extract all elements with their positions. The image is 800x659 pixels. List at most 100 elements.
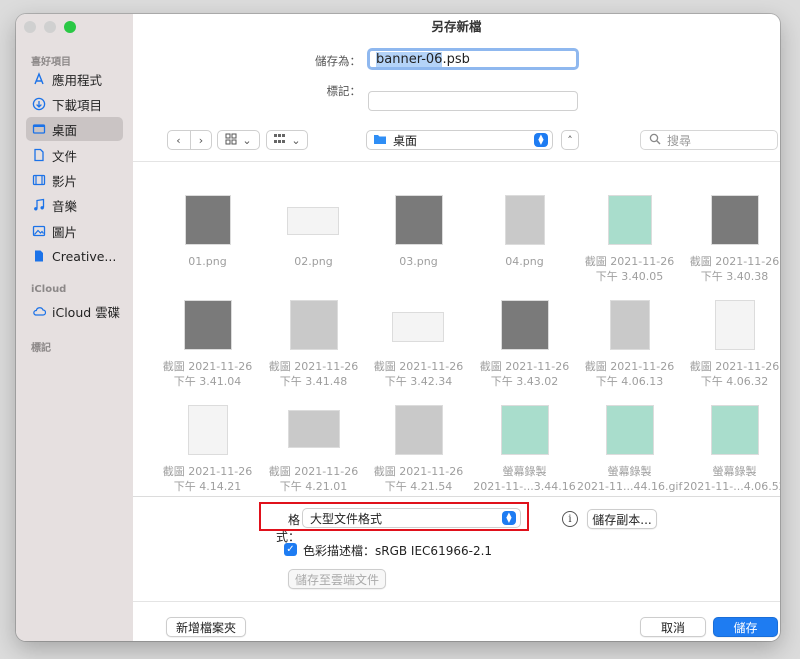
icloud-header: iCloud: [31, 284, 67, 295]
chevron-down-icon: ⌄: [242, 133, 252, 147]
file-name: 截圖 2021-11-26: [479, 360, 570, 373]
save-copy-button[interactable]: 儲存副本...: [587, 509, 657, 529]
collapse-button[interactable]: ˄: [561, 130, 579, 150]
file-grid: 01.png 02.png 03.png 04.png 截圖 2021-11-2…: [133, 161, 780, 496]
color-profile-label: 色彩描述檔：sRGB IEC61966-2.1: [303, 544, 493, 558]
sidebar-item-label: 桌面: [52, 122, 78, 138]
file-thumbnail: [184, 300, 232, 350]
file-thumbnail: [392, 312, 444, 342]
sidebar-item-icloud-drive[interactable]: iCloud 雲碟: [26, 299, 123, 323]
file-name: 截圖 2021-11-26: [162, 465, 253, 478]
cloud-icon: [32, 304, 46, 318]
sidebar-item-label: Creative...: [52, 248, 117, 264]
format-select[interactable]: 大型文件格式 ▲ ▼: [302, 508, 521, 528]
format-label: 格式：: [275, 513, 300, 544]
chevron-left-icon: ‹: [176, 133, 181, 147]
chevron-down-icon: ⌄: [291, 133, 301, 147]
info-button[interactable]: i: [562, 511, 578, 527]
grid-icon: [225, 133, 237, 148]
file-name: 截圖 2021-11-26: [268, 465, 359, 478]
location-popup[interactable]: 桌面 ▲ ▼: [366, 130, 553, 150]
info-icon: i: [568, 513, 572, 525]
stepper-icon: ▲ ▼: [502, 511, 516, 525]
downloads-icon: [32, 97, 46, 111]
file-thumbnail: [715, 300, 755, 350]
group-view-button[interactable]: ⌄: [266, 130, 308, 150]
group-grid-icon: [273, 133, 286, 148]
file-name: 截圖 2021-11-26: [162, 360, 253, 373]
sidebar-item-downloads[interactable]: 下載項目: [26, 92, 123, 116]
save-dialog: 喜好項目 應用程式 下載項目 桌面 文件 影片 音樂 圖片 Creative..…: [16, 14, 780, 641]
divider: [133, 601, 780, 602]
sidebar-item-applications[interactable]: 應用程式: [26, 67, 123, 91]
sidebar-item-label: 下載項目: [52, 97, 103, 113]
file-thumbnail: [395, 405, 443, 455]
sidebar-item-desktop[interactable]: 桌面: [26, 117, 123, 141]
file-name-line2: 2021-11-...4.06.52: [683, 480, 780, 493]
file-name: 01.png: [188, 255, 227, 268]
file-icon: [32, 249, 46, 263]
cancel-button[interactable]: 取消: [640, 617, 706, 637]
filename-input[interactable]: banner-06 .psb: [367, 48, 579, 70]
color-profile-checkbox[interactable]: ✓: [284, 543, 297, 556]
file-thumbnail: [287, 207, 339, 235]
file-name: 螢幕錄製: [712, 465, 757, 478]
file-name-line2: 下午 4.06.13: [595, 375, 664, 388]
sidebar-item-pictures[interactable]: 圖片: [26, 219, 123, 243]
file-thumbnail: [711, 405, 759, 455]
file-name-line2: 下午 4.21.01: [279, 480, 348, 493]
minimize-button[interactable]: [44, 21, 56, 33]
new-folder-button[interactable]: 新增檔案夾: [166, 617, 246, 637]
desktop-icon: [32, 122, 46, 136]
file-thumbnail: [606, 405, 654, 455]
music-icon: [32, 198, 46, 212]
file-name-line2: 2021-11...44.16.gif: [577, 480, 683, 493]
file-thumbnail: [608, 195, 652, 245]
options-panel: 格式： 大型文件格式 ▲ ▼ i 儲存副本... ✓ 色彩描述檔：sRGB IEC…: [133, 496, 780, 641]
sidebar-item-music[interactable]: 音樂: [26, 193, 123, 217]
save-to-cloud-button[interactable]: 儲存至雲端文件: [288, 569, 386, 589]
file-name: 螢幕錄製: [502, 465, 547, 478]
file-name: 截圖 2021-11-26: [689, 360, 780, 373]
location-label: 桌面: [393, 133, 418, 148]
icon-view-button[interactable]: ⌄: [217, 130, 260, 150]
file-name: 截圖 2021-11-26: [689, 255, 780, 268]
forward-button[interactable]: ›: [189, 131, 212, 149]
sidebar-item-label: iCloud 雲碟: [52, 304, 121, 320]
file-name-line2: 下午 3.40.05: [595, 270, 664, 283]
pictures-icon: [32, 224, 46, 238]
sidebar-item-creative[interactable]: Creative...: [26, 244, 123, 268]
file-name: 03.png: [399, 255, 438, 268]
file-name-line2: 下午 3.43.02: [490, 375, 559, 388]
tags-input[interactable]: [368, 91, 578, 111]
format-value: 大型文件格式: [310, 511, 383, 526]
file-name: 02.png: [294, 255, 333, 268]
file-name: 截圖 2021-11-26: [584, 360, 675, 373]
zoom-button[interactable]: [64, 21, 76, 33]
file-thumbnail: [711, 195, 759, 245]
file-name-line2: 下午 4.14.21: [173, 480, 242, 493]
search-placeholder: 搜尋: [667, 133, 692, 148]
sidebar-item-movies[interactable]: 影片: [26, 168, 123, 192]
close-button[interactable]: [24, 21, 36, 33]
favorites-header: 喜好項目: [31, 57, 71, 68]
file-thumbnail: [501, 300, 549, 350]
sidebar-item-label: 影片: [52, 173, 78, 189]
tags-header: 標記: [31, 343, 51, 354]
sidebar-item-documents[interactable]: 文件: [26, 143, 123, 167]
back-button[interactable]: ‹: [168, 131, 190, 149]
save-button[interactable]: 儲存: [713, 617, 778, 637]
file-name: 截圖 2021-11-26: [373, 465, 464, 478]
window-controls: [24, 21, 76, 33]
sidebar-item-label: 音樂: [52, 198, 78, 214]
file-name-line2: 下午 3.41.48: [279, 375, 348, 388]
file-thumbnail: [395, 195, 443, 245]
file-name-line2: 下午 3.41.04: [173, 375, 242, 388]
file-name: 04.png: [505, 255, 544, 268]
file-thumbnail: [501, 405, 549, 455]
back-forward-control: ‹ ›: [167, 130, 212, 150]
file-thumbnail: [290, 300, 338, 350]
window-title: 另存新檔: [431, 19, 482, 34]
file-name-line2: 下午 3.42.34: [384, 375, 453, 388]
search-field[interactable]: 搜尋: [640, 130, 778, 150]
